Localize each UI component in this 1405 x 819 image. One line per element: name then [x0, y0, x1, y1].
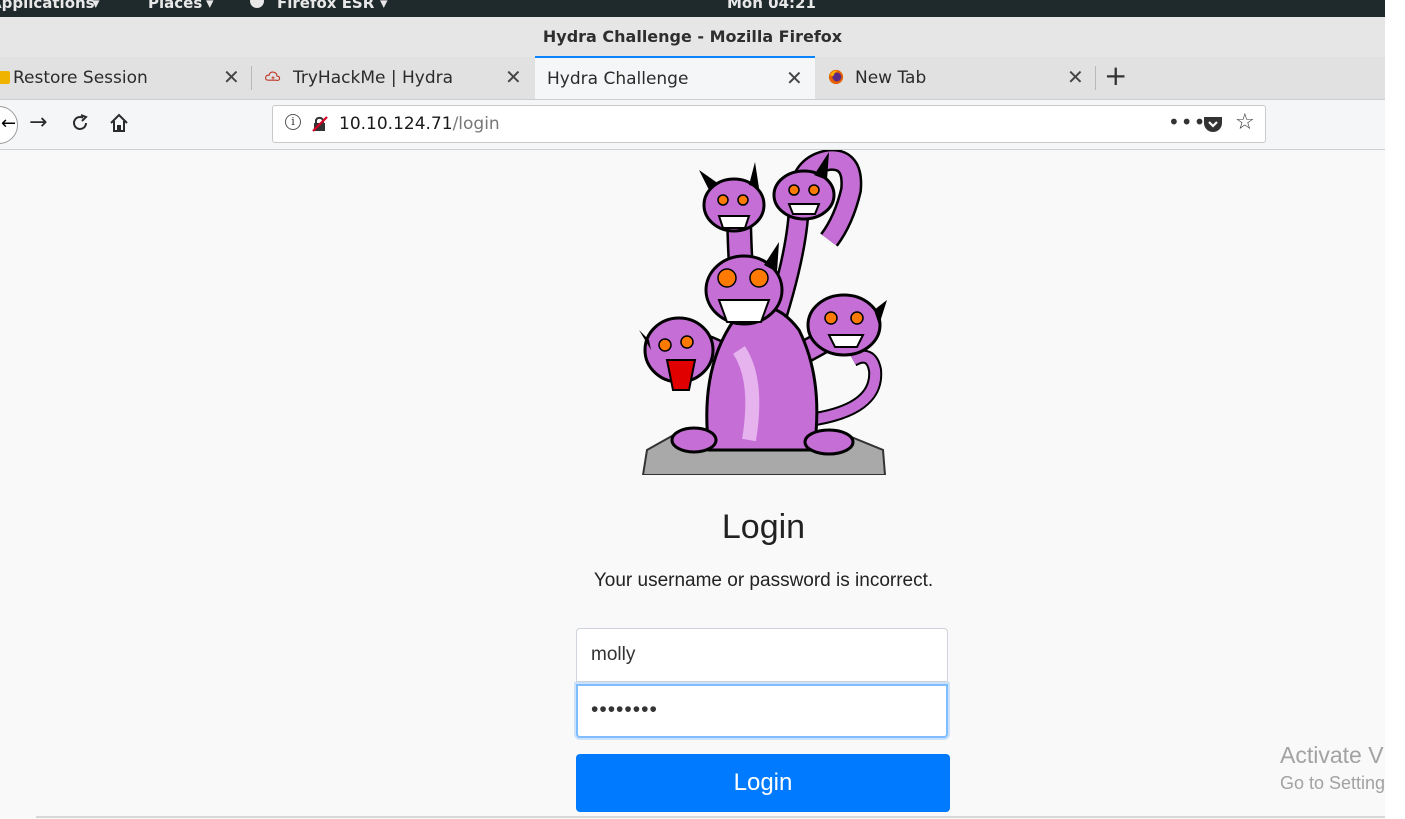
firefox-icon	[250, 0, 264, 8]
tab-tryhackme-hydra[interactable]: TryHackMe | Hydra ✕	[254, 57, 534, 99]
tab-label: Hydra Challenge	[547, 69, 689, 89]
tab-new-tab[interactable]: New Tab ✕	[816, 57, 1096, 99]
close-icon[interactable]: ✕	[223, 65, 240, 89]
back-arrow-icon: ←	[1, 113, 17, 134]
url-text[interactable]: 10.10.124.71/login	[339, 114, 500, 134]
home-icon	[110, 113, 128, 132]
url-host: 10.10.124.71	[339, 114, 453, 134]
error-message: Your username or password is incorrect.	[593, 570, 934, 591]
gnome-top-panel: Applications ▾ Places ▾ Firefox ESR ▾ Mo…	[0, 0, 1385, 17]
site-info-icon[interactable]: i	[285, 114, 301, 130]
close-icon[interactable]: ✕	[1067, 65, 1084, 89]
page-actions-icon[interactable]: •••	[1168, 110, 1206, 134]
password-value: ••••••••	[591, 698, 658, 721]
places-menu[interactable]: Places	[148, 0, 202, 12]
tab-strip: Restore Session ✕ TryHackMe | Hydra ✕ Hy…	[0, 56, 1385, 100]
forward-button[interactable]: →	[29, 109, 47, 137]
window-title: Hydra Challenge - Mozilla Firefox	[542, 27, 843, 46]
username-value: molly	[591, 644, 636, 665]
username-field[interactable]: molly	[576, 628, 948, 682]
window-titlebar: Hydra Challenge - Mozilla Firefox	[0, 17, 1385, 57]
applications-menu[interactable]: Applications	[0, 0, 95, 12]
url-path: /login	[452, 114, 500, 134]
tryhackme-cloud-icon	[265, 71, 281, 82]
tab-label: Restore Session	[13, 68, 148, 88]
tab-label: New Tab	[855, 68, 927, 88]
close-icon[interactable]: ✕	[786, 66, 803, 90]
new-tab-button[interactable]: +	[1104, 61, 1127, 91]
insecure-lock-icon[interactable]	[311, 115, 329, 133]
firefox-icon	[828, 69, 844, 85]
divider	[36, 816, 1385, 818]
password-field[interactable]: ••••••••	[576, 684, 948, 738]
screen-edge	[1385, 0, 1405, 819]
restore-session-icon	[0, 71, 10, 84]
login-button[interactable]: Login	[576, 754, 950, 812]
bookmark-star-icon[interactable]: ☆	[1235, 110, 1255, 135]
home-button[interactable]	[108, 109, 130, 142]
tab-label: TryHackMe | Hydra	[293, 68, 454, 88]
close-icon[interactable]: ✕	[505, 65, 522, 89]
app-menu[interactable]: Firefox ESR	[277, 0, 374, 12]
page-content: Login Your username or password is incor…	[0, 150, 1385, 819]
login-heading: Login	[721, 508, 806, 546]
watermark-line2: Go to Setting	[1280, 773, 1385, 793]
reload-button[interactable]	[70, 109, 90, 141]
activate-windows-watermark: Activate V Go to Setting	[1280, 742, 1385, 794]
screen: Applications ▾ Places ▾ Firefox ESR ▾ Mo…	[0, 0, 1385, 819]
pocket-icon[interactable]	[1203, 115, 1223, 133]
tab-restore-session[interactable]: Restore Session ✕	[0, 57, 252, 99]
hydra-illustration	[639, 150, 887, 475]
reload-icon	[73, 114, 88, 130]
watermark-line1: Activate V	[1280, 742, 1384, 768]
url-bar[interactable]: i 10.10.124.71/login ••• ☆	[272, 105, 1266, 143]
tab-hydra-challenge[interactable]: Hydra Challenge ✕	[535, 56, 815, 99]
back-button[interactable]: ←	[0, 106, 18, 144]
navigation-bar: ← → i 10.10.124.71/login ••• ☆	[0, 100, 1385, 150]
clock[interactable]: Mon 04:21	[727, 0, 816, 12]
